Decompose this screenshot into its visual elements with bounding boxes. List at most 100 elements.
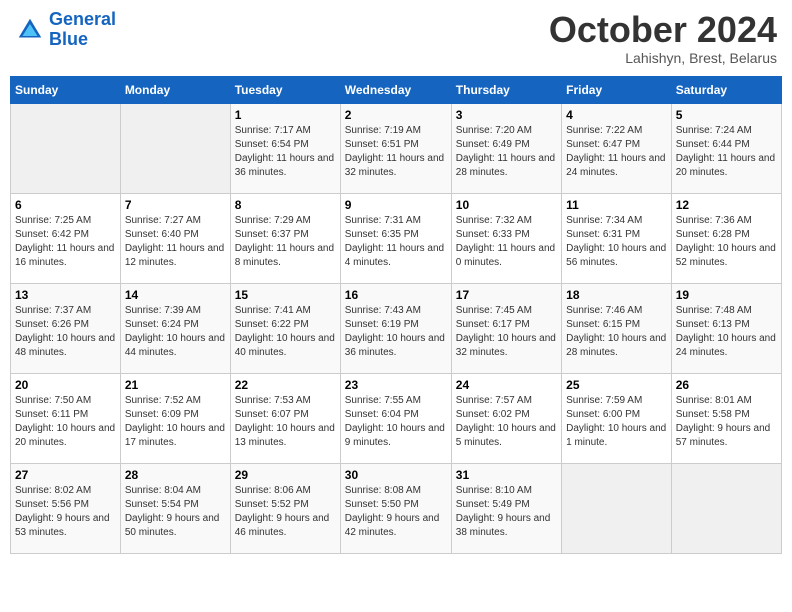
day-number: 8 [235, 198, 336, 212]
calendar-cell: 5 Sunrise: 7:24 AMSunset: 6:44 PMDaylight… [671, 103, 781, 193]
day-detail: Sunrise: 7:20 AMSunset: 6:49 PMDaylight:… [456, 124, 557, 180]
day-detail: Sunrise: 7:17 AMSunset: 6:54 PMDaylight:… [235, 124, 336, 180]
day-detail: Sunrise: 7:57 AMSunset: 6:02 PMDaylight:… [456, 394, 557, 450]
day-number: 6 [15, 198, 116, 212]
day-number: 21 [125, 378, 226, 392]
day-detail: Sunrise: 7:31 AMSunset: 6:35 PMDaylight:… [345, 214, 447, 270]
calendar-cell: 7Sunrise: 7:27 AMSunset: 6:40 PMDaylight… [120, 193, 230, 283]
calendar-cell: 17Sunrise: 7:45 AMSunset: 6:17 PMDayligh… [451, 283, 561, 373]
calendar-cell: 1 Sunrise: 7:17 AMSunset: 6:54 PMDaylight… [230, 103, 340, 193]
weekday-header-row: SundayMondayTuesdayWednesdayThursdayFrid… [11, 76, 782, 103]
day-detail: Sunrise: 7:29 AMSunset: 6:37 PMDaylight:… [235, 214, 336, 270]
calendar-cell: 13 Sunrise: 7:37 AMSunset: 6:26 PMDayligh… [11, 283, 121, 373]
day-number: 7 [125, 198, 226, 212]
day-number: 19 [676, 288, 777, 302]
calendar-cell: 6 Sunrise: 7:25 AMSunset: 6:42 PMDaylight… [11, 193, 121, 283]
day-detail: Sunrise: 7:59 AMSunset: 6:00 PMDaylight:… [566, 394, 667, 450]
calendar-cell: 16 Sunrise: 7:43 AMSunset: 6:19 PMDayligh… [340, 283, 451, 373]
weekday-header-cell: Monday [120, 76, 230, 103]
logo: General Blue [15, 10, 116, 50]
month-title: October 2024 [549, 10, 777, 50]
day-detail: Sunrise: 7:22 AMSunset: 6:47 PMDaylight:… [566, 124, 667, 180]
day-number: 5 [676, 108, 777, 122]
day-number: 30 [345, 468, 447, 482]
day-detail: Sunrise: 7:32 AMSunset: 6:33 PMDaylight:… [456, 214, 557, 270]
day-number: 13 [15, 288, 116, 302]
day-detail: Sunrise: 8:06 AMSunset: 5:52 PMDaylight:… [235, 484, 336, 540]
calendar-body: 1 Sunrise: 7:17 AMSunset: 6:54 PMDaylight… [11, 103, 782, 553]
day-detail: Sunrise: 7:50 AMSunset: 6:11 PMDaylight:… [15, 394, 116, 450]
day-detail: Sunrise: 7:19 AMSunset: 6:51 PMDaylight:… [345, 124, 447, 180]
calendar-cell: 27Sunrise: 8:02 AMSunset: 5:56 PMDayligh… [11, 463, 121, 553]
weekday-header-cell: Thursday [451, 76, 561, 103]
day-number: 1 [235, 108, 336, 122]
day-number: 26 [676, 378, 777, 392]
day-detail: Sunrise: 8:10 AMSunset: 5:49 PMDaylight:… [456, 484, 557, 540]
day-number: 28 [125, 468, 226, 482]
day-detail: Sunrise: 7:55 AMSunset: 6:04 PMDaylight:… [345, 394, 447, 450]
page-header: General Blue October 2024 Lahishyn, Bres… [10, 10, 782, 66]
day-number: 29 [235, 468, 336, 482]
calendar-week-row: 6 Sunrise: 7:25 AMSunset: 6:42 PMDaylight… [11, 193, 782, 283]
day-number: 18 [566, 288, 667, 302]
weekday-header-cell: Saturday [671, 76, 781, 103]
calendar-cell: 22 Sunrise: 7:53 AMSunset: 6:07 PMDayligh… [230, 373, 340, 463]
location-subtitle: Lahishyn, Brest, Belarus [549, 50, 777, 66]
calendar-week-row: 13 Sunrise: 7:37 AMSunset: 6:26 PMDayligh… [11, 283, 782, 373]
calendar-cell: 26 Sunrise: 8:01 AMSunset: 5:58 PMDayligh… [671, 373, 781, 463]
day-number: 27 [15, 468, 116, 482]
calendar-cell: 25 Sunrise: 7:59 AMSunset: 6:00 PMDayligh… [562, 373, 672, 463]
logo-text: General Blue [49, 10, 116, 50]
day-number: 2 [345, 108, 447, 122]
calendar-cell: 15Sunrise: 7:41 AMSunset: 6:22 PMDayligh… [230, 283, 340, 373]
day-number: 9 [345, 198, 447, 212]
calendar-cell [671, 463, 781, 553]
calendar-week-row: 1 Sunrise: 7:17 AMSunset: 6:54 PMDaylight… [11, 103, 782, 193]
day-number: 16 [345, 288, 447, 302]
calendar-cell: 9 Sunrise: 7:31 AMSunset: 6:35 PMDaylight… [340, 193, 451, 283]
calendar-cell: 30 Sunrise: 8:08 AMSunset: 5:50 PMDayligh… [340, 463, 451, 553]
weekday-header-cell: Sunday [11, 76, 121, 103]
calendar-cell: 29 Sunrise: 8:06 AMSunset: 5:52 PMDayligh… [230, 463, 340, 553]
calendar-cell: 14Sunrise: 7:39 AMSunset: 6:24 PMDayligh… [120, 283, 230, 373]
day-number: 23 [345, 378, 447, 392]
calendar-cell [562, 463, 672, 553]
day-detail: Sunrise: 8:08 AMSunset: 5:50 PMDaylight:… [345, 484, 447, 540]
day-number: 24 [456, 378, 557, 392]
calendar-cell: 19 Sunrise: 7:48 AMSunset: 6:13 PMDayligh… [671, 283, 781, 373]
day-number: 15 [235, 288, 336, 302]
day-number: 14 [125, 288, 226, 302]
day-number: 10 [456, 198, 557, 212]
calendar-cell: 21 Sunrise: 7:52 AMSunset: 6:09 PMDayligh… [120, 373, 230, 463]
day-number: 4 [566, 108, 667, 122]
calendar-cell: 4 Sunrise: 7:22 AMSunset: 6:47 PMDaylight… [562, 103, 672, 193]
weekday-header-cell: Tuesday [230, 76, 340, 103]
day-number: 20 [15, 378, 116, 392]
day-number: 22 [235, 378, 336, 392]
calendar-cell: 2 Sunrise: 7:19 AMSunset: 6:51 PMDaylight… [340, 103, 451, 193]
calendar-cell: 10 Sunrise: 7:32 AMSunset: 6:33 PMDayligh… [451, 193, 561, 283]
day-number: 31 [456, 468, 557, 482]
calendar-cell: 28 Sunrise: 8:04 AMSunset: 5:54 PMDayligh… [120, 463, 230, 553]
day-detail: Sunrise: 7:43 AMSunset: 6:19 PMDaylight:… [345, 304, 447, 360]
day-detail: Sunrise: 7:46 AMSunset: 6:15 PMDaylight:… [566, 304, 667, 360]
calendar-cell: 12 Sunrise: 7:36 AMSunset: 6:28 PMDayligh… [671, 193, 781, 283]
day-detail: Sunrise: 7:24 AMSunset: 6:44 PMDaylight:… [676, 124, 777, 180]
day-detail: Sunrise: 7:52 AMSunset: 6:09 PMDaylight:… [125, 394, 226, 450]
day-detail: Sunrise: 8:01 AMSunset: 5:58 PMDaylight:… [676, 394, 777, 450]
calendar-table: SundayMondayTuesdayWednesdayThursdayFrid… [10, 76, 782, 554]
day-number: 11 [566, 198, 667, 212]
day-number: 12 [676, 198, 777, 212]
day-number: 25 [566, 378, 667, 392]
day-detail: Sunrise: 8:04 AMSunset: 5:54 PMDaylight:… [125, 484, 226, 540]
day-detail: Sunrise: 7:48 AMSunset: 6:13 PMDaylight:… [676, 304, 777, 360]
day-detail: Sunrise: 7:37 AMSunset: 6:26 PMDaylight:… [15, 304, 116, 360]
weekday-header-cell: Friday [562, 76, 672, 103]
calendar-week-row: 27Sunrise: 8:02 AMSunset: 5:56 PMDayligh… [11, 463, 782, 553]
calendar-cell [11, 103, 121, 193]
calendar-cell: 18 Sunrise: 7:46 AMSunset: 6:15 PMDayligh… [562, 283, 672, 373]
day-detail: Sunrise: 7:53 AMSunset: 6:07 PMDaylight:… [235, 394, 336, 450]
day-detail: Sunrise: 7:25 AMSunset: 6:42 PMDaylight:… [15, 214, 116, 270]
calendar-cell: 20 Sunrise: 7:50 AMSunset: 6:11 PMDayligh… [11, 373, 121, 463]
day-detail: Sunrise: 7:36 AMSunset: 6:28 PMDaylight:… [676, 214, 777, 270]
